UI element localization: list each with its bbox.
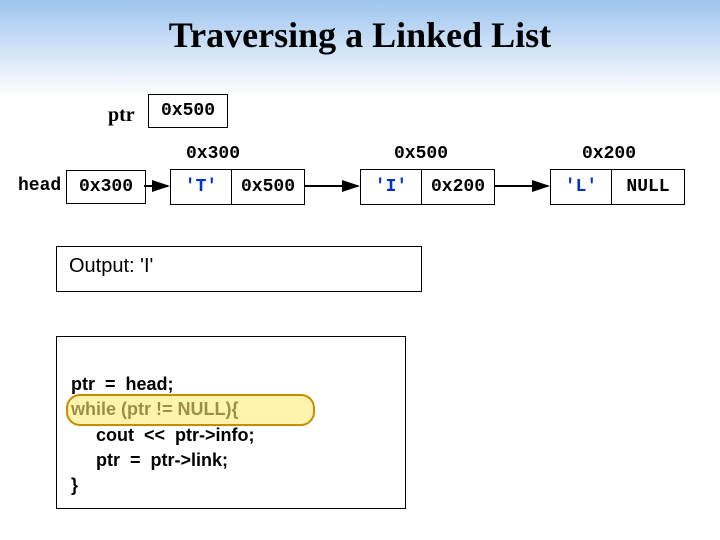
diagram-stage: ptr 0x500 0x300 0x500 0x200 head 0x300 '… xyxy=(0,56,720,536)
node-1-info: 'T' xyxy=(171,170,232,204)
addr-node-2: 0x500 xyxy=(394,144,448,164)
addr-node-1: 0x300 xyxy=(186,144,240,164)
node-3: 'L' NULL xyxy=(550,169,685,205)
node-1: 'T' 0x500 xyxy=(170,169,305,205)
node-2-link: 0x200 xyxy=(422,170,494,204)
code-line-5: } xyxy=(71,475,78,495)
output-label: Output: xyxy=(69,255,135,277)
output-value: 'I' xyxy=(140,255,153,277)
node-3-link: NULL xyxy=(612,170,684,204)
node-3-info: 'L' xyxy=(551,170,612,204)
page-title: Traversing a Linked List xyxy=(0,0,720,56)
node-1-link: 0x500 xyxy=(232,170,304,204)
addr-node-3: 0x200 xyxy=(582,144,636,164)
output-box: Output: 'I' xyxy=(56,246,422,292)
head-box: 0x300 xyxy=(66,170,146,204)
code-line-3: cout << ptr->info; xyxy=(71,425,255,445)
code-line-1: ptr = head; xyxy=(71,374,174,394)
node-2: 'I' 0x200 xyxy=(360,169,495,205)
code-line-4: ptr = ptr->link; xyxy=(71,450,228,470)
ptr-label: ptr xyxy=(108,104,135,127)
highlight-current-line xyxy=(66,394,315,426)
node-2-info: 'I' xyxy=(361,170,422,204)
ptr-box: 0x500 xyxy=(148,94,228,128)
head-label: head xyxy=(18,176,61,196)
